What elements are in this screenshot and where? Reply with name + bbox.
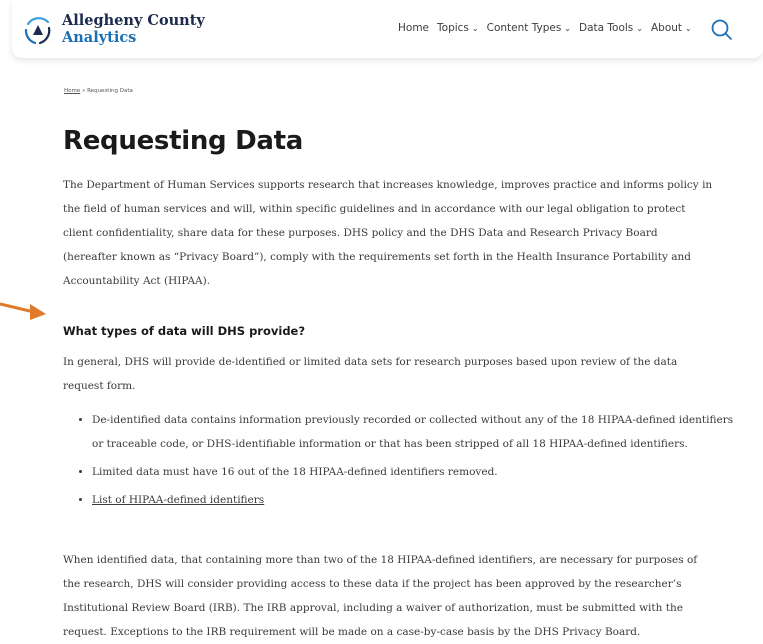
nav-item-about[interactable]: About ⌄ bbox=[651, 22, 692, 34]
nav-item-home[interactable]: Home bbox=[398, 22, 429, 34]
search-icon[interactable] bbox=[710, 18, 734, 42]
chevron-down-icon: ⌄ bbox=[685, 23, 692, 33]
list-item: List of HIPAA-defined identifiers bbox=[92, 488, 742, 512]
breadcrumb-home-link[interactable]: Home bbox=[64, 88, 80, 94]
section-heading: What types of data will DHS provide? bbox=[63, 324, 306, 338]
data-types-list: De-identified data contains information … bbox=[63, 408, 742, 512]
chevron-down-icon: ⌄ bbox=[471, 23, 479, 33]
breadcrumb-current: Requesting Data bbox=[87, 88, 133, 94]
nav-item-label: Content Types bbox=[486, 22, 562, 34]
chevron-down-icon: ⌄ bbox=[564, 23, 571, 33]
brand-line-1: Allegheny County bbox=[62, 12, 205, 29]
nav-item-label: Data Tools bbox=[579, 22, 634, 34]
nav-item-label: Topics bbox=[437, 22, 469, 34]
intro-paragraph: The Department of Human Services support… bbox=[63, 179, 713, 287]
list-item: Limited data must have 16 out of the 18 … bbox=[92, 460, 742, 484]
page-title: Requesting Data bbox=[63, 126, 303, 156]
nav-item-label: About bbox=[650, 22, 683, 34]
brand-name[interactable]: Allegheny County Analytics bbox=[62, 12, 205, 46]
hipaa-identifiers-link[interactable]: List of HIPAA-defined identifiers bbox=[92, 494, 264, 506]
chevron-down-icon: ⌄ bbox=[636, 23, 643, 33]
list-item: De-identified data contains information … bbox=[92, 408, 742, 456]
section-intro-paragraph: In general, DHS will provide de-identifi… bbox=[63, 356, 678, 392]
nav-item-content-types[interactable]: Content Types ⌄ bbox=[487, 22, 571, 34]
site-header: Allegheny County Analytics Home Topics ⌄… bbox=[12, 0, 763, 59]
allegheny-analytics-logo-icon[interactable] bbox=[22, 14, 54, 46]
breadcrumb-separator: » bbox=[82, 88, 86, 94]
closing-paragraph: When identified data, that containing mo… bbox=[63, 554, 698, 638]
annotation-arrow-icon bbox=[0, 302, 46, 320]
nav-item-label: Home bbox=[398, 22, 430, 34]
nav-item-topics[interactable]: Topics ⌄ bbox=[437, 22, 479, 34]
nav-item-data-tools[interactable]: Data Tools ⌄ bbox=[579, 22, 643, 34]
main-nav: Home Topics ⌄ Content Types ⌄ Data Tools… bbox=[398, 22, 692, 34]
brand-line-2: Analytics bbox=[62, 29, 137, 46]
breadcrumb: Home » Requesting Data bbox=[64, 88, 133, 94]
